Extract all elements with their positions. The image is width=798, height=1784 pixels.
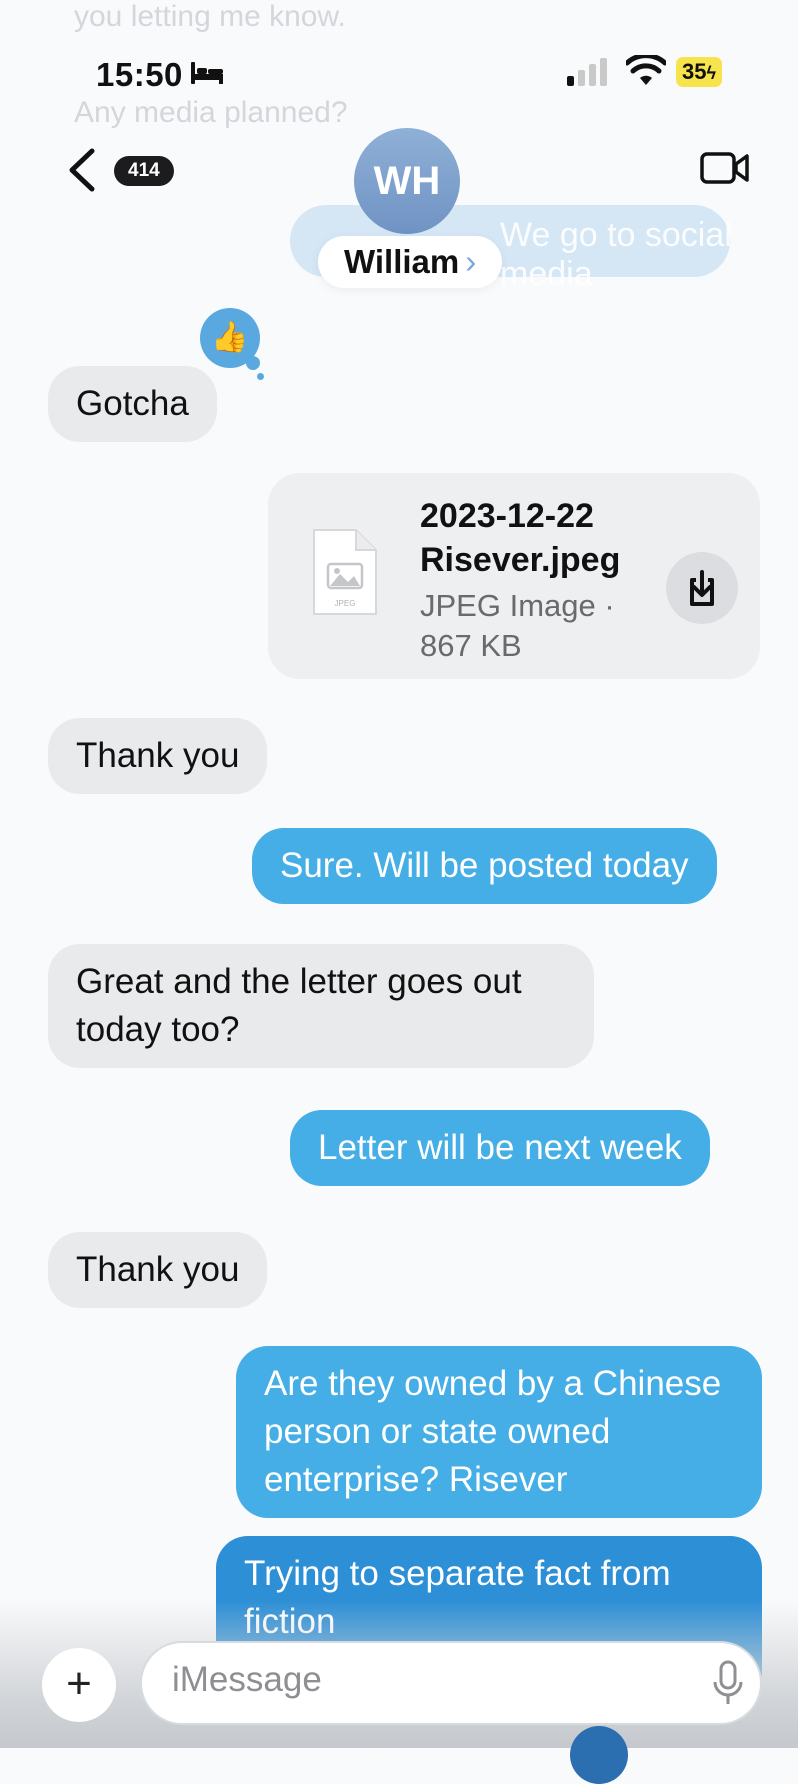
charging-bolt-icon: ϟ	[706, 63, 716, 83]
message-input-placeholder: iMessage	[172, 1660, 322, 1699]
message-incoming[interactable]: Gotcha	[48, 366, 217, 442]
wifi-icon	[626, 55, 666, 85]
tapback-tail-dot	[257, 373, 264, 380]
chevron-right-icon: ›	[465, 243, 477, 280]
ghost-bubble-text: We go to social media	[500, 216, 732, 293]
cellular-signal-icon	[567, 58, 607, 86]
contact-name-button[interactable]: William ›	[318, 236, 503, 288]
microphone-icon[interactable]	[712, 1660, 744, 1706]
message-incoming[interactable]: Great and the letter goes out today too?	[48, 944, 594, 1068]
file-meta: JPEG Image · 867 KB	[420, 588, 615, 663]
battery-indicator: 35ϟ	[676, 57, 722, 87]
message-incoming[interactable]: Thank you	[48, 718, 268, 794]
contact-avatar[interactable]: WH	[354, 128, 460, 234]
message-outgoing[interactable]: Letter will be next week	[290, 1110, 710, 1186]
message-outgoing[interactable]: Sure. Will be posted today	[252, 828, 717, 904]
message-outgoing[interactable]: Are they owned by a Chinese person or st…	[236, 1346, 762, 1518]
image-file-icon: JPEG	[313, 529, 377, 615]
download-icon[interactable]	[666, 552, 738, 624]
status-time: 15:50	[96, 56, 183, 93]
unread-count-badge[interactable]: 414	[114, 156, 174, 186]
file-name: 2023-12-22 Risever.jpeg	[420, 497, 621, 579]
message-incoming[interactable]: Thank you	[48, 1232, 268, 1308]
contact-name: William	[344, 243, 460, 280]
add-attachment-button[interactable]: +	[42, 1648, 116, 1722]
sleep-bed-icon	[191, 62, 223, 84]
ghost-text-line1: you letting me know.	[74, 0, 346, 33]
partial-tapback-icon	[570, 1726, 628, 1784]
tapback-tail	[246, 356, 260, 370]
video-camera-icon[interactable]	[700, 150, 750, 186]
chevron-left-icon[interactable]	[66, 148, 98, 192]
ghost-text-line2: Any media planned?	[74, 96, 348, 129]
file-type-label: JPEG	[335, 599, 356, 608]
